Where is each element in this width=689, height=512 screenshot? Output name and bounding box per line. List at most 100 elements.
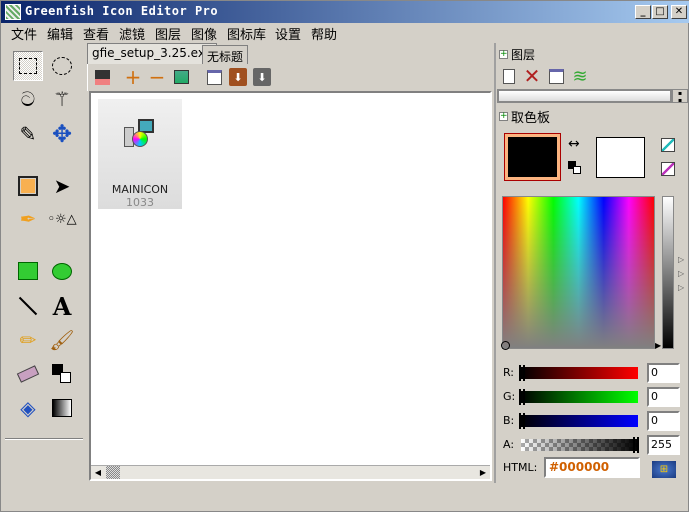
horizontal-scrollbar[interactable]: ◀ ▶ [91,465,490,479]
toolbox: ට ⚚ ✎ ✥ ➤ ✒ ◦☼△ A ✏ 🖌 ◈ [1,43,83,443]
menu-help[interactable]: 帮助 [311,24,337,43]
eyedropper-tool[interactable]: ✒ [13,204,43,234]
pencil-tool[interactable]: ✏ [13,325,43,355]
menu-bar: 文件 编辑 查看 滤镜 图层 图像 图标库 设置 帮助 [1,23,689,43]
save-icon[interactable] [93,68,111,86]
eraser-tool[interactable] [13,359,43,389]
window-title: Greenfish Icon Editor Pro [25,4,219,18]
download-gray-icon[interactable]: ⬇ [253,68,271,86]
rectangle-tool[interactable] [13,256,43,286]
blue-slider[interactable] [521,415,638,427]
transparent-color-icon[interactable] [661,138,675,152]
new-layer-icon[interactable] [500,67,518,85]
menu-filters[interactable]: 滤镜 [119,24,145,43]
scroll-left-icon[interactable]: ◀ [91,466,105,479]
icon-name: MAINICON [111,183,169,196]
green-input[interactable]: 0 [647,387,680,407]
panel-arrows-icon[interactable]: ▷ ▷ ▷ [678,253,684,295]
red-label: R: [503,366,515,379]
maximize-button[interactable]: □ [652,5,668,19]
palette-header[interactable]: + 取色板 [499,107,550,126]
alpha-slider[interactable] [521,439,638,451]
menu-settings[interactable]: 设置 [275,24,301,43]
delete-layer-icon[interactable]: ✕ [523,64,541,88]
lasso-tool[interactable]: ට [13,84,43,114]
download-brown-icon[interactable]: ⬇ [229,68,247,86]
menu-file[interactable]: 文件 [11,24,37,43]
red-slider-thumb[interactable] [519,365,525,381]
gradient-tool[interactable] [47,393,77,423]
system-colors-icon[interactable]: ⊞ [652,461,676,478]
add-icon[interactable]: + [124,65,142,89]
installer-icon [124,119,156,151]
primary-color-swatch[interactable] [504,133,561,181]
color-picker-field[interactable] [501,196,655,350]
swap-colors-tool[interactable] [47,359,77,389]
green-slider[interactable] [521,391,638,403]
secondary-color-swatch[interactable] [596,137,645,178]
icon-id: 1033 [126,196,154,209]
properties-icon[interactable] [205,68,223,86]
menu-icon-library[interactable]: 图标库 [227,24,266,43]
html-color-input[interactable]: #000000 [544,457,640,478]
swap-arrows-icon[interactable]: ↔ [568,136,580,152]
alpha-input[interactable]: 255 [647,435,680,455]
icon-item[interactable]: MAINICON 1033 [98,99,182,209]
remove-icon[interactable]: − [148,65,166,89]
layers-spinner[interactable]: ▪ ▪ [672,89,688,104]
layers-list[interactable] [497,89,672,103]
blue-input[interactable]: 0 [647,411,680,431]
scroll-right-icon[interactable]: ▶ [476,466,490,479]
menu-edit[interactable]: 编辑 [47,24,73,43]
alpha-slider-thumb[interactable] [633,437,639,453]
divider [5,438,83,440]
alpha-label: A: [503,438,515,451]
layers-stack-icon[interactable]: ≋ [571,66,589,87]
green-label: G: [503,390,516,403]
text-tool[interactable]: A [47,291,77,321]
blue-slider-thumb[interactable] [519,413,525,429]
fill-tool[interactable]: ◈ [13,393,43,423]
layers-title: 图层 [511,48,536,62]
default-colors-icon[interactable] [568,161,582,175]
expand-icon[interactable]: + [499,50,508,59]
picker-cursor[interactable] [501,341,510,350]
inverted-color-icon[interactable] [661,162,675,176]
document-toolbar: + − ⬇ ⬇ [87,64,494,91]
pen-path-tool[interactable]: ✎ [13,119,43,149]
panel-splitter[interactable] [494,43,496,483]
rect-select-tool[interactable] [13,51,43,81]
layers-header[interactable]: + 图层 [499,46,535,63]
layer-properties-icon[interactable] [547,67,565,85]
red-input[interactable]: 0 [647,363,680,383]
import-icon[interactable] [172,68,190,86]
menu-view[interactable]: 查看 [83,24,109,43]
green-slider-thumb[interactable] [519,389,525,405]
lightness-bar[interactable] [662,196,674,349]
lightness-pointer-icon[interactable]: ▶ [655,341,661,350]
minimize-button[interactable]: _ [635,5,651,19]
blue-label: B: [503,414,515,427]
red-slider[interactable] [521,367,638,379]
effects-tool[interactable]: ◦☼△ [47,204,77,234]
ellipse-tool[interactable] [47,256,77,286]
title-bar: Greenfish Icon Editor Pro _ □ ✕ [1,1,689,23]
ellipse-select-tool[interactable] [47,51,77,81]
line-tool[interactable] [13,291,43,321]
app-icon [5,4,21,20]
expand-icon[interactable]: + [499,112,508,121]
icon-list-area: MAINICON 1033 ◀ ▶ [89,91,492,481]
magic-wand-tool[interactable]: ⚚ [47,84,77,114]
scroll-thumb[interactable] [106,466,120,479]
crop-tool[interactable] [13,171,43,201]
tab-gfie-setup[interactable]: gfie_setup_3.25.exe [87,43,217,64]
menu-image[interactable]: 图像 [191,24,217,43]
tab-untitled[interactable]: 无标题 [202,45,249,64]
pointer-tool[interactable]: ➤ [47,171,77,201]
move-tool[interactable]: ✥ [47,119,77,149]
brush-tool[interactable]: 🖌 [47,325,77,355]
html-label: HTML: [503,461,538,474]
palette-title: 取色板 [511,111,551,126]
close-button[interactable]: ✕ [671,5,687,19]
menu-layers[interactable]: 图层 [155,24,181,43]
